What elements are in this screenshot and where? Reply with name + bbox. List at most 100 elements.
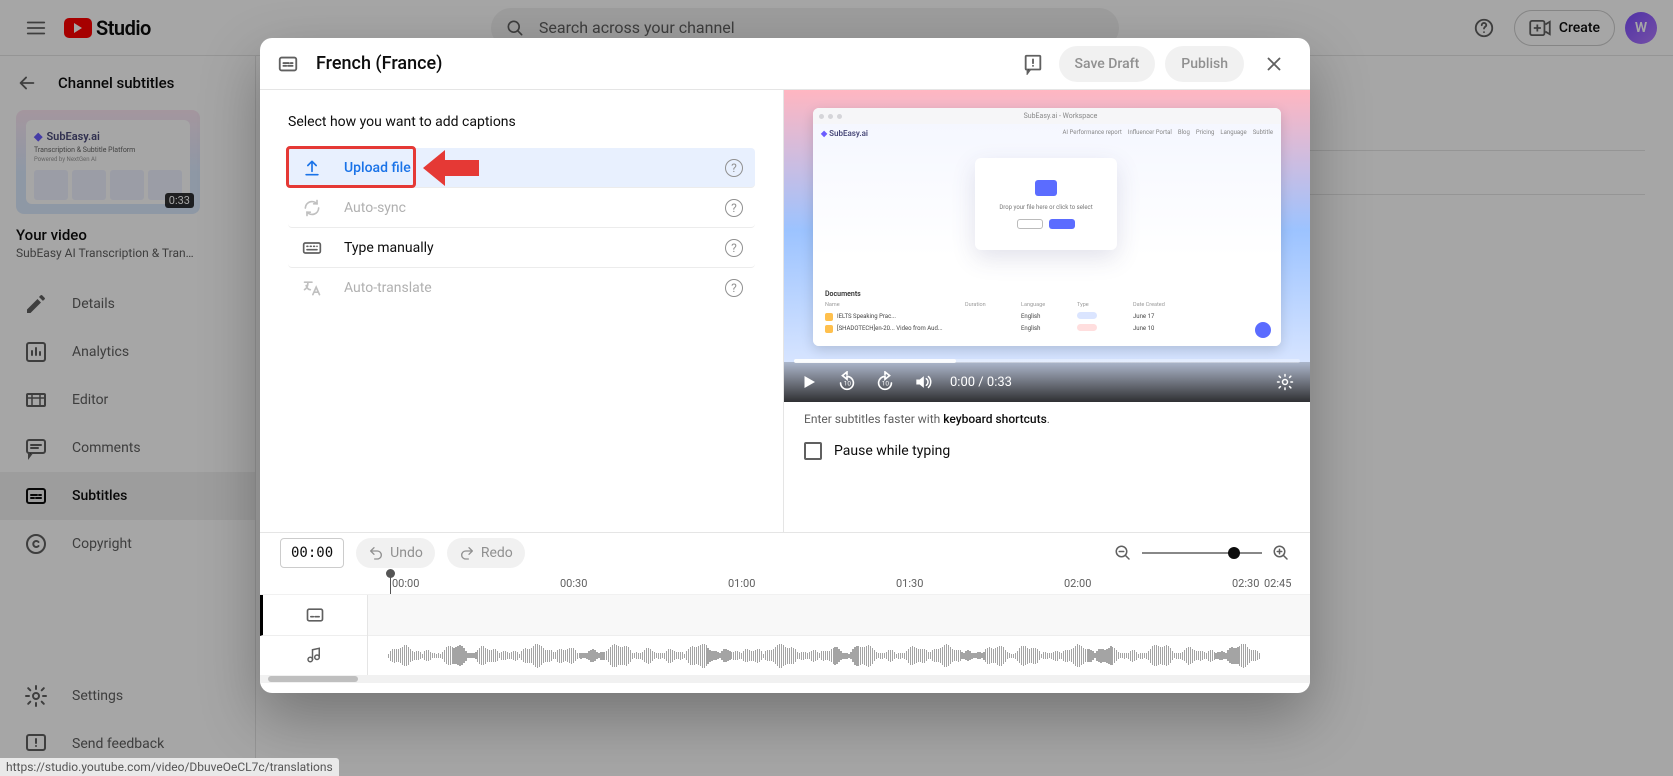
report-icon[interactable] <box>1017 48 1049 80</box>
waveform <box>388 644 1310 668</box>
audio-lane[interactable] <box>368 636 1310 676</box>
zoom-out-icon <box>1114 544 1132 562</box>
help-icon[interactable]: ? <box>725 199 743 217</box>
forward-10-button[interactable]: 10 <box>874 371 896 393</box>
option-auto-sync-label: Auto-sync <box>344 200 406 216</box>
audio-track-icon[interactable] <box>260 636 367 676</box>
option-upload-file[interactable]: Upload file ? <box>288 148 755 188</box>
preview-brand: SubEasy.ai <box>829 129 868 138</box>
publish-button[interactable]: Publish <box>1165 46 1244 82</box>
back-to-channel-subtitles[interactable]: Channel subtitles <box>16 72 239 94</box>
logo-text: Studio <box>96 16 151 40</box>
timeline[interactable]: 00:00 00:30 01:00 01:30 02:00 02:30 02:4… <box>260 573 1310 693</box>
status-bar-url: https://studio.youtube.com/video/DbuveOe… <box>0 758 339 776</box>
video-thumbnail[interactable]: ◆SubEasy.ai Transcription & Subtitle Pla… <box>16 110 200 214</box>
undo-button[interactable]: Undo <box>356 538 435 568</box>
nav-feedback-label: Send feedback <box>72 736 164 752</box>
keyboard-icon <box>300 236 324 260</box>
undo-icon <box>368 545 384 561</box>
option-auto-sync: Auto-sync ? <box>288 188 755 228</box>
subtitles-icon <box>276 52 300 76</box>
timeline-scrollbar[interactable] <box>260 675 1310 683</box>
tick: 00:00 <box>392 577 419 590</box>
timeline-ruler[interactable]: 00:00 00:30 01:00 01:30 02:00 02:30 02:4… <box>260 573 1310 595</box>
tick: 02:45 <box>1264 577 1291 590</box>
auto-sync-icon <box>300 196 324 220</box>
thumb-line1: Transcription & Subtitle Platform <box>34 146 135 154</box>
help-icon[interactable]: ? <box>725 239 743 257</box>
nav-copyright[interactable]: Copyright <box>0 520 255 568</box>
feedback-icon <box>24 732 48 756</box>
preview-nav: AI Performance reportInfluencer PortalBl… <box>1062 129 1273 136</box>
nav-analytics[interactable]: Analytics <box>0 328 255 376</box>
video-preview[interactable]: SubEasy.ai - Workspace ◆ SubEasy.ai AI P… <box>784 90 1310 402</box>
search-icon <box>505 18 525 38</box>
svg-text:10: 10 <box>844 380 852 388</box>
nav-details-label: Details <box>72 296 115 312</box>
caption-method-heading: Select how you want to add captions <box>288 114 755 130</box>
analytics-icon <box>24 340 48 364</box>
preview-url-bar: SubEasy.ai - Workspace <box>846 112 1275 120</box>
nav-editor-label: Editor <box>72 392 108 408</box>
your-video-label: Your video <box>16 226 239 244</box>
copyright-icon <box>24 532 48 556</box>
subtitles-icon <box>24 484 48 508</box>
thumbnail-duration: 0:33 <box>165 193 194 208</box>
video-title: SubEasy AI Transcription & Translati... <box>16 246 196 260</box>
gear-icon <box>24 684 48 708</box>
nav-editor[interactable]: Editor <box>0 376 255 424</box>
option-type-manually[interactable]: Type manually ? <box>288 228 755 268</box>
tick: 01:30 <box>896 577 923 590</box>
back-label: Channel subtitles <box>58 74 174 92</box>
close-button[interactable] <box>1254 44 1294 84</box>
tick: 02:00 <box>1064 577 1091 590</box>
svg-text:10: 10 <box>882 380 890 388</box>
caption-track-icon[interactable] <box>260 595 367 636</box>
save-draft-button[interactable]: Save Draft <box>1059 46 1156 82</box>
arrow-left-icon <box>16 72 38 94</box>
help-icon[interactable]: ? <box>725 279 743 297</box>
option-auto-translate-label: Auto-translate <box>344 280 432 296</box>
youtube-play-icon <box>64 18 92 38</box>
help-icon[interactable] <box>1464 8 1504 48</box>
subtitle-editor-modal: French (France) Save Draft Publish Selec… <box>260 38 1310 693</box>
zoom-in-icon <box>1272 544 1290 562</box>
comments-icon <box>24 436 48 460</box>
create-icon <box>1529 20 1551 36</box>
annotation-red-arrow <box>423 150 479 186</box>
nav-subtitles-label: Subtitles <box>72 488 127 504</box>
account-avatar[interactable]: W <box>1625 12 1657 44</box>
nav-comments[interactable]: Comments <box>0 424 255 472</box>
editor-icon <box>24 388 48 412</box>
translate-icon <box>300 276 324 300</box>
nav-settings[interactable]: Settings <box>0 672 255 720</box>
help-icon[interactable]: ? <box>725 159 743 177</box>
option-auto-translate: Auto-translate ? <box>288 268 755 308</box>
caption-lane[interactable] <box>368 595 1310 636</box>
create-button[interactable]: Create <box>1514 10 1615 46</box>
thumb-line2: Powered by NextGen AI <box>34 156 97 163</box>
player-settings-button[interactable] <box>1274 371 1296 393</box>
redo-icon <box>459 545 475 561</box>
preview-drop-card: Drop your file here or click to select <box>975 158 1117 250</box>
timecode-input[interactable]: 00:00 <box>280 538 344 568</box>
undo-label: Undo <box>390 545 423 561</box>
search-placeholder: Search across your channel <box>539 18 735 37</box>
nav-subtitles[interactable]: Subtitles <box>0 472 255 520</box>
nav-details[interactable]: Details <box>0 280 255 328</box>
play-button[interactable] <box>798 371 820 393</box>
menu-icon[interactable] <box>16 8 56 48</box>
volume-button[interactable] <box>912 371 934 393</box>
zoom-out-button[interactable] <box>1114 544 1132 562</box>
redo-button[interactable]: Redo <box>447 538 525 568</box>
create-label: Create <box>1559 20 1600 36</box>
pause-while-typing-checkbox[interactable] <box>804 442 822 460</box>
zoom-in-button[interactable] <box>1272 544 1290 562</box>
tick: 02:30 <box>1232 577 1259 590</box>
rewind-10-button[interactable]: 10 <box>836 371 858 393</box>
zoom-slider[interactable] <box>1142 552 1262 554</box>
playhead[interactable] <box>390 573 391 594</box>
option-type-manually-label: Type manually <box>344 240 434 256</box>
youtube-studio-logo[interactable]: Studio <box>64 16 151 40</box>
redo-label: Redo <box>481 545 513 561</box>
